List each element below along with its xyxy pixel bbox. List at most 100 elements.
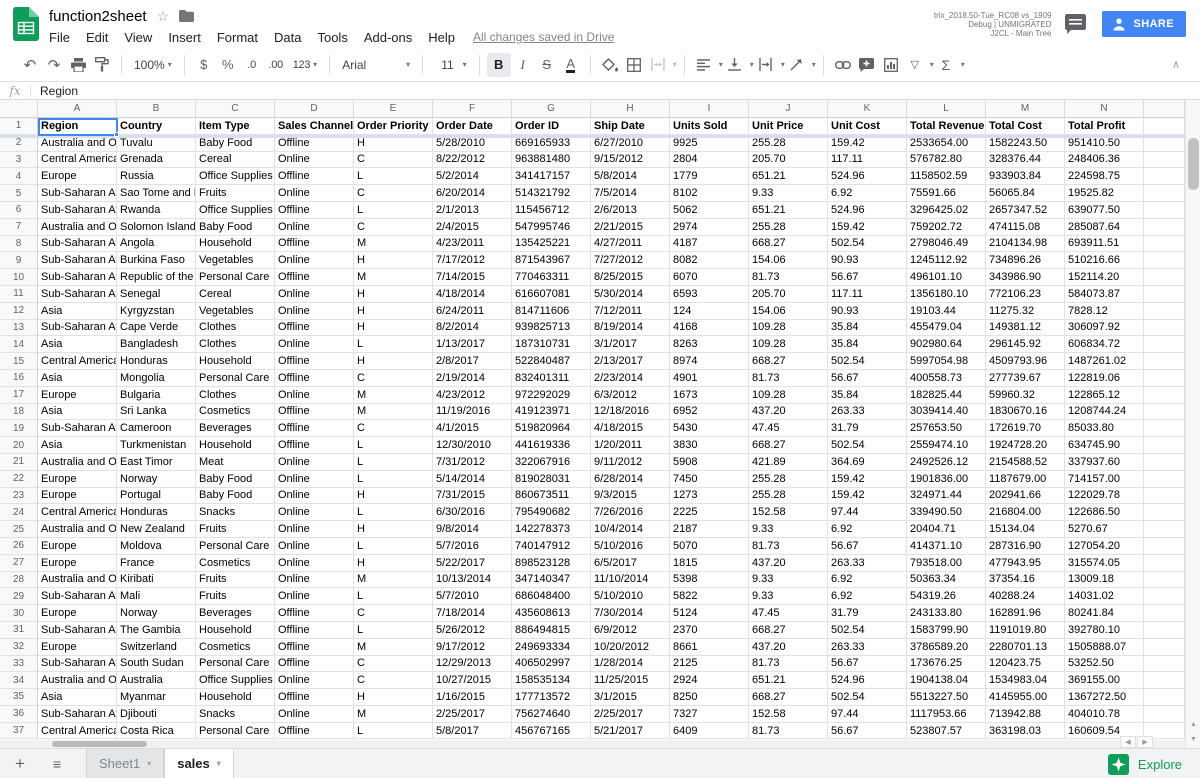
cell[interactable]: 4/1/2015	[433, 420, 512, 437]
cell[interactable]: 90.93	[828, 252, 907, 269]
cell[interactable]: 19525.82	[1065, 185, 1144, 202]
column-header-N[interactable]: N	[1065, 100, 1144, 118]
row-header[interactable]: 26	[0, 538, 38, 555]
cell[interactable]: 5270.67	[1065, 521, 1144, 538]
cell[interactable]: Office Supplies	[196, 168, 275, 185]
cell[interactable]: 5/7/2010	[433, 588, 512, 605]
cell[interactable]: 40288.24	[986, 588, 1065, 605]
cell[interactable]: Online	[275, 185, 354, 202]
cell[interactable]: Grenada	[117, 152, 196, 169]
cell[interactable]: 12/30/2010	[433, 437, 512, 454]
cell[interactable]: 1208744.24	[1065, 404, 1144, 421]
cell[interactable]: 5/30/2014	[591, 286, 670, 303]
vertical-align-button[interactable]	[723, 53, 747, 77]
cell[interactable]: 1904138.04	[907, 672, 986, 689]
cell[interactable]: 10/13/2014	[433, 572, 512, 589]
cell[interactable]: 1582243.50	[986, 135, 1065, 152]
cell[interactable]: 651.21	[749, 202, 828, 219]
cell[interactable]: 7/31/2015	[433, 488, 512, 505]
cell[interactable]: Cereal	[196, 152, 275, 169]
cell[interactable]: Offline	[275, 639, 354, 656]
cell[interactable]: 296145.92	[986, 336, 1065, 353]
cell[interactable]	[1144, 269, 1185, 286]
cell[interactable]: 9.33	[749, 185, 828, 202]
row-header[interactable]: 1	[0, 118, 38, 135]
cell[interactable]: L	[354, 723, 433, 740]
cell[interactable]: 7450	[670, 471, 749, 488]
row-header[interactable]: 8	[0, 236, 38, 253]
cell[interactable]: Baby Food	[196, 471, 275, 488]
cell[interactable]: H	[354, 303, 433, 320]
column-header-F[interactable]: F	[433, 100, 512, 118]
cell[interactable]: 122819.06	[1065, 370, 1144, 387]
cell[interactable]: Order Date	[433, 118, 512, 135]
cell[interactable]: M	[354, 236, 433, 253]
cell[interactable]: M	[354, 639, 433, 656]
cell[interactable]: Costa Rica	[117, 723, 196, 740]
cell[interactable]: Beverages	[196, 605, 275, 622]
cell[interactable]: 159.42	[828, 219, 907, 236]
column-header-H[interactable]: H	[591, 100, 670, 118]
cell[interactable]: H	[354, 488, 433, 505]
cell[interactable]: 8/19/2014	[591, 320, 670, 337]
cell[interactable]: Online	[275, 672, 354, 689]
cell[interactable]: Online	[275, 454, 354, 471]
cell[interactable]: 477943.95	[986, 555, 1065, 572]
cell[interactable]: Offline	[275, 320, 354, 337]
cell[interactable]: 933903.84	[986, 168, 1065, 185]
cell[interactable]: 162891.96	[986, 605, 1065, 622]
cell[interactable]: 158535134	[512, 672, 591, 689]
cell[interactable]: 8/22/2012	[433, 152, 512, 169]
cell[interactable]: Sub-Saharan Afr	[38, 420, 117, 437]
cell[interactable]: Online	[275, 286, 354, 303]
cell[interactable]: 341417157	[512, 168, 591, 185]
cell[interactable]	[1144, 202, 1185, 219]
cell[interactable]: 2187	[670, 521, 749, 538]
cell[interactable]	[1144, 672, 1185, 689]
menu-item-edit[interactable]: Edit	[78, 28, 116, 47]
cell[interactable]: South Sudan	[117, 656, 196, 673]
cell[interactable]: Household	[196, 437, 275, 454]
cell[interactable]: 81.73	[749, 370, 828, 387]
cell[interactable]: 4/27/2011	[591, 236, 670, 253]
bold-button[interactable]: B	[487, 53, 511, 77]
cell[interactable]: 159.42	[828, 488, 907, 505]
cell[interactable]: 437.20	[749, 404, 828, 421]
cell[interactable]: 772106.23	[986, 286, 1065, 303]
cell[interactable]: 287316.90	[986, 538, 1065, 555]
print-button[interactable]	[66, 53, 90, 77]
cell[interactable]: 127054.20	[1065, 538, 1144, 555]
text-wrap-button[interactable]	[754, 53, 778, 77]
cell[interactable]: 2104134.98	[986, 236, 1065, 253]
cell[interactable]: 5/8/2014	[591, 168, 670, 185]
row-header[interactable]: 36	[0, 706, 38, 723]
cell[interactable]: 6.92	[828, 588, 907, 605]
horizontal-scrollbar-thumb[interactable]	[52, 741, 147, 747]
cell[interactable]: 8250	[670, 689, 749, 706]
borders-button[interactable]	[622, 53, 646, 77]
cell[interactable]: Sub-Saharan Afr	[38, 252, 117, 269]
cell[interactable]: Personal Care	[196, 269, 275, 286]
cell[interactable]: 902980.64	[907, 336, 986, 353]
cell[interactable]: 328376.44	[986, 152, 1065, 169]
cell[interactable]: 6/30/2016	[433, 504, 512, 521]
cell[interactable]: 56.67	[828, 538, 907, 555]
cell[interactable]: 2559474.10	[907, 437, 986, 454]
cell[interactable]: 122029.78	[1065, 488, 1144, 505]
cell[interactable]	[1144, 622, 1185, 639]
row-header[interactable]: 16	[0, 370, 38, 387]
cell[interactable]: 152.58	[749, 706, 828, 723]
cell[interactable]: 369155.00	[1065, 672, 1144, 689]
menu-item-view[interactable]: View	[116, 28, 160, 47]
cell[interactable]: 8/25/2015	[591, 269, 670, 286]
row-header[interactable]: 4	[0, 168, 38, 185]
cell[interactable]: H	[354, 252, 433, 269]
cell[interactable]: Australia and Oc	[38, 135, 117, 152]
row-header[interactable]: 34	[0, 672, 38, 689]
cell[interactable]: 651.21	[749, 672, 828, 689]
cell[interactable]: Offline	[275, 437, 354, 454]
cell[interactable]: 6070	[670, 269, 749, 286]
cell[interactable]: 7/18/2014	[433, 605, 512, 622]
cell[interactable]: 80241.84	[1065, 605, 1144, 622]
cell[interactable]: Online	[275, 521, 354, 538]
